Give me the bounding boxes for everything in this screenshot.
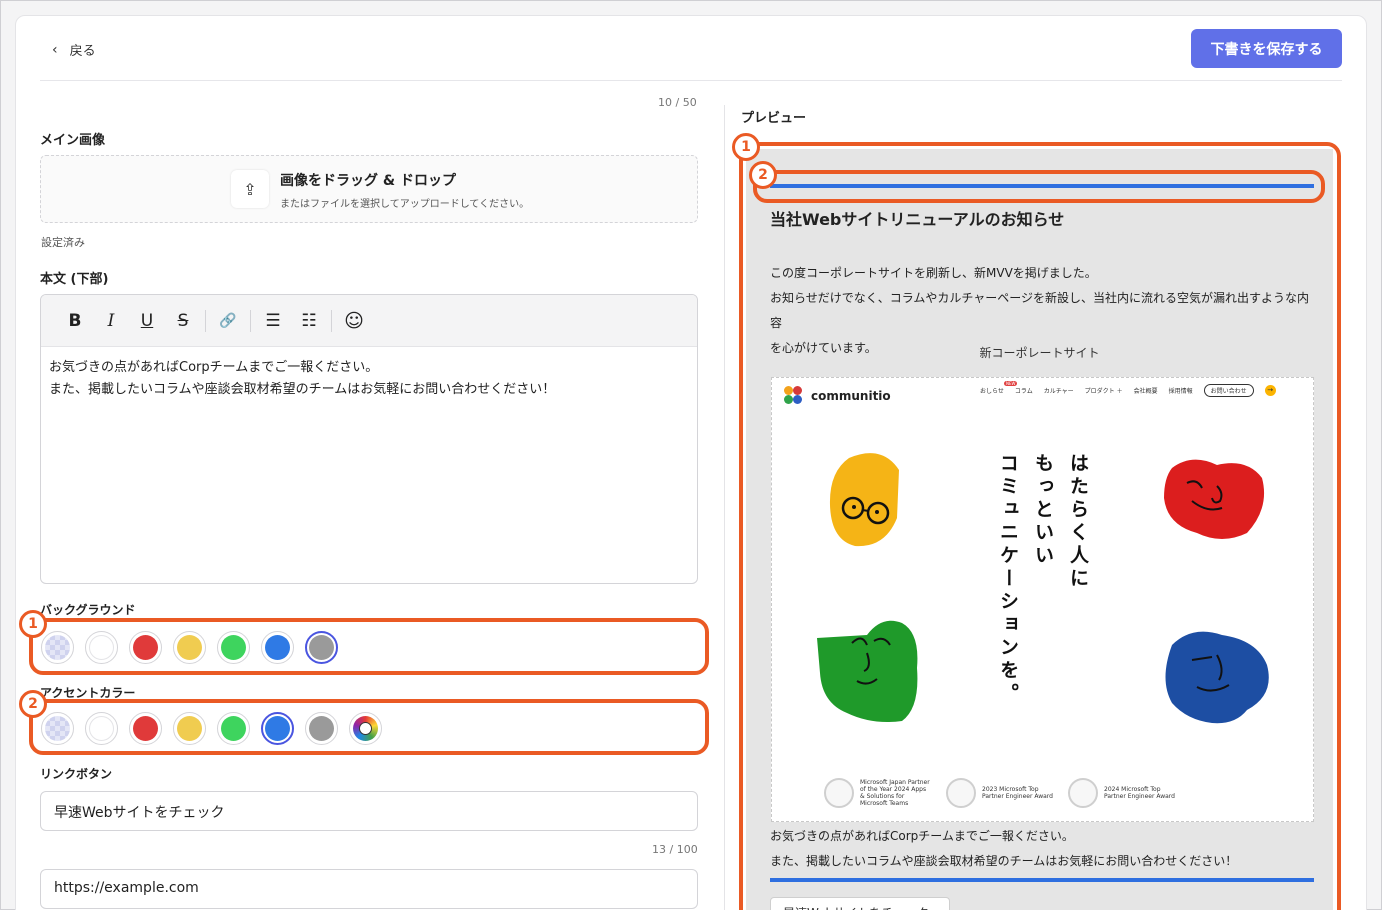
- annotation-badge-1: 1: [19, 610, 47, 638]
- editor-line: また、掲載したいコラムや座談会取材希望のチームはお気軽にお問い合わせください！: [49, 382, 556, 397]
- url-input[interactable]: https://example.com: [40, 869, 698, 909]
- main-image-label: メイン画像: [40, 133, 106, 148]
- preview-label: プレビュー: [741, 111, 807, 126]
- underline-button[interactable]: U: [129, 311, 165, 331]
- toolbar-divider: [205, 309, 206, 332]
- title-char-counter: 10 / 50: [658, 96, 697, 109]
- background-label: バックグラウンド: [40, 603, 136, 617]
- column-divider: [724, 105, 725, 910]
- annotation-badge-2: 2: [19, 690, 47, 718]
- annotation-badge-1: 1: [732, 133, 760, 161]
- body-label: 本文 (下部): [40, 272, 109, 287]
- dropzone-subtitle: またはファイルを選択してアップロードしてください。: [280, 199, 530, 210]
- editor-line: お気づきの点があればCorpチームまでご一報ください。: [49, 360, 379, 375]
- highlight-box-preview-1: [739, 142, 1341, 910]
- back-label: 戻る: [69, 44, 96, 59]
- editor-toolbar: B I U S 🔗 ☰ ☷ ☺: [41, 295, 697, 347]
- emoji-icon[interactable]: ☺: [336, 310, 372, 332]
- upload-icon: ⇪: [231, 170, 269, 208]
- bold-button[interactable]: B: [57, 311, 93, 331]
- numbered-list-icon[interactable]: ☷: [291, 311, 327, 331]
- strikethrough-button[interactable]: S: [165, 311, 201, 331]
- highlight-box-1: [29, 618, 709, 675]
- app-frame: ‹ 戻る 下書きを保存する 10 / 50 メイン画像 ⇪ 画像をドラッグ & …: [0, 0, 1382, 910]
- link-button-text-input[interactable]: 早速Webサイトをチェック: [40, 791, 698, 831]
- chevron-left-icon: ‹: [52, 41, 58, 58]
- dropzone-title: 画像をドラッグ & ドロップ: [280, 173, 456, 189]
- italic-button[interactable]: I: [93, 311, 129, 331]
- toolbar-divider: [250, 309, 251, 332]
- back-link[interactable]: ‹ 戻る: [52, 40, 96, 60]
- annotation-badge-2: 2: [749, 161, 777, 189]
- highlight-box-2: [29, 699, 709, 755]
- link-icon[interactable]: 🔗: [210, 313, 246, 329]
- toolbar-divider: [331, 309, 332, 332]
- image-status: 設定済み: [41, 236, 85, 249]
- link-char-counter: 13 / 100: [652, 843, 698, 856]
- rich-text-editor[interactable]: B I U S 🔗 ☰ ☷ ☺ お気づきの点があればCorpチームまでご一報くだ…: [40, 294, 698, 584]
- editor-content[interactable]: お気づきの点があればCorpチームまでご一報ください。 また、掲載したいコラムや…: [41, 347, 697, 411]
- bullet-list-icon[interactable]: ☰: [255, 311, 291, 331]
- image-dropzone[interactable]: ⇪ 画像をドラッグ & ドロップ またはファイルを選択してアップロードしてくださ…: [40, 155, 698, 223]
- highlight-box-preview-2: [753, 170, 1325, 203]
- link-button-label: リンクボタン: [40, 767, 113, 781]
- page-header: ‹ 戻る 下書きを保存する: [40, 16, 1342, 81]
- save-draft-button[interactable]: 下書きを保存する: [1191, 29, 1342, 68]
